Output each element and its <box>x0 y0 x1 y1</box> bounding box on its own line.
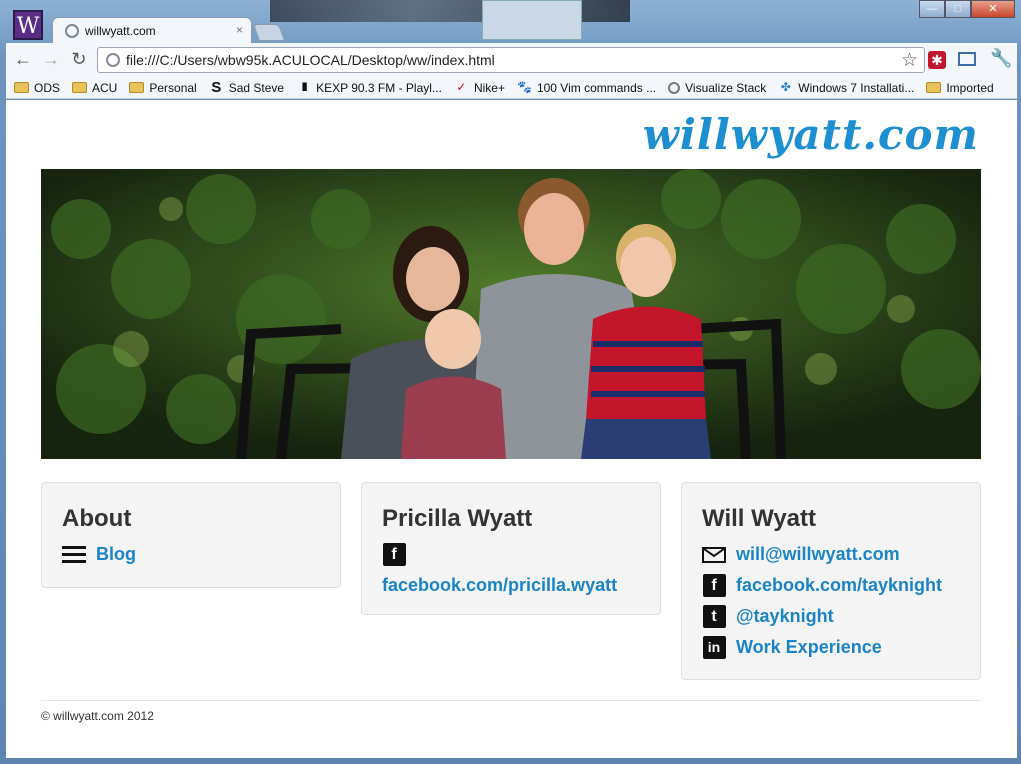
bookmark-kexp[interactable]: III KEXP 90.3 FM - Playl... <box>296 81 442 95</box>
about-card: About Blog <box>41 482 341 588</box>
desktop-thumbnail <box>482 0 582 40</box>
pricilla-heading: Pricilla Wyatt <box>382 505 533 532</box>
app-logo-icon[interactable]: W <box>13 10 43 40</box>
globe-icon <box>668 81 681 94</box>
page-content: willwyatt.com About Blog Pricilla Wyatt … <box>6 100 1017 758</box>
bars-icon: III <box>301 80 308 94</box>
close-window-button[interactable]: ✕ <box>971 0 1015 18</box>
facebook-row[interactable]: f facebook.com/tayknight <box>702 570 960 601</box>
pinwheel-icon: ✤ <box>780 80 791 94</box>
email-row[interactable]: will@willwyatt.com <box>702 539 960 570</box>
pricilla-link-row[interactable]: facebook.com/pricilla.wyatt <box>382 570 640 601</box>
bookmark-windows7[interactable]: ✤ Windows 7 Installati... <box>778 80 915 95</box>
extension-lastpass-icon[interactable]: ✱ <box>928 51 946 69</box>
new-tab-button[interactable] <box>252 24 286 41</box>
bookmark-visualize-stack[interactable]: Visualize Stack <box>668 81 766 95</box>
browser-window: W willwyatt.com × — □ ✕ ← → ↻ file:///C:… <box>0 0 1021 764</box>
linkedin-row[interactable]: in Work Experience <box>702 632 960 663</box>
will-card: Will Wyatt will@willwyatt.com f facebook… <box>681 482 981 680</box>
tab-close-icon[interactable]: × <box>236 23 243 37</box>
bookmark-personal[interactable]: Personal <box>129 81 197 95</box>
facebook-icon: f <box>702 574 726 598</box>
menu-icon <box>62 543 86 567</box>
email-link[interactable]: will@willwyatt.com <box>736 544 900 565</box>
page-info-icon[interactable] <box>106 53 120 67</box>
family-photo <box>41 169 981 459</box>
tab-willwyatt[interactable]: willwyatt.com × <box>52 17 252 43</box>
address-url[interactable]: file:///C:/Users/wbw95k.ACULOCAL/Desktop… <box>126 52 495 68</box>
bookmark-vim[interactable]: 🐾 100 Vim commands ... <box>517 81 656 95</box>
blog-link[interactable]: Blog <box>96 544 136 565</box>
folder-icon <box>926 82 942 93</box>
bookmark-nike[interactable]: ✓ Nike+ <box>454 81 505 95</box>
bookmark-acu[interactable]: ACU <box>72 81 117 95</box>
back-button[interactable]: ← <box>12 50 34 68</box>
bookmark-imported[interactable]: Imported <box>926 81 994 95</box>
maximize-button[interactable]: □ <box>945 0 971 18</box>
minimize-button[interactable]: — <box>919 0 945 18</box>
folder-icon <box>129 82 145 93</box>
facebook-link[interactable]: facebook.com/tayknight <box>736 575 942 596</box>
pricilla-card: Pricilla Wyatt f facebook.com/pricilla.w… <box>361 482 661 615</box>
twitter-link[interactable]: @tayknight <box>736 606 834 627</box>
tab-title: willwyatt.com <box>85 24 156 38</box>
window-controls: — □ ✕ <box>919 0 1015 18</box>
reload-button[interactable]: ↻ <box>68 50 90 68</box>
twitter-icon: t <box>702 605 726 629</box>
wrench-menu-icon[interactable]: 🔧 <box>990 48 1012 69</box>
bookmark-sad-steve[interactable]: S Sad Steve <box>209 79 284 96</box>
browser-toolbar: ← → ↻ file:///C:/Users/wbw95k.ACULOCAL/D… <box>6 43 1017 77</box>
s-logo-icon: S <box>211 79 222 96</box>
folder-icon <box>72 82 88 93</box>
extension-screen-icon[interactable] <box>958 52 976 66</box>
work-experience-link[interactable]: Work Experience <box>736 637 882 658</box>
will-heading: Will Wyatt <box>702 505 817 532</box>
paw-icon: 🐾 <box>516 80 532 94</box>
pricilla-icon-row: f <box>382 539 640 570</box>
footer-divider <box>41 700 981 701</box>
twitter-row[interactable]: t @tayknight <box>702 601 960 632</box>
address-bar[interactable]: file:///C:/Users/wbw95k.ACULOCAL/Desktop… <box>97 47 925 73</box>
mail-icon <box>702 543 726 567</box>
blog-link-row[interactable]: Blog <box>62 539 320 570</box>
facebook-icon[interactable]: f <box>382 543 406 567</box>
bookmarks-bar: ODS ACU Personal S Sad Steve III KEXP 90.3… <box>6 77 1017 99</box>
forward-button[interactable]: → <box>40 50 62 68</box>
about-heading: About <box>62 505 132 532</box>
footer-copyright: © willwyatt.com 2012 <box>41 709 154 723</box>
bookmark-star-icon[interactable]: ☆ <box>901 49 918 72</box>
globe-icon <box>65 24 79 38</box>
swoosh-icon: ✓ <box>456 80 467 94</box>
pricilla-facebook-link[interactable]: facebook.com/pricilla.wyatt <box>382 575 617 596</box>
site-brand[interactable]: willwyatt.com <box>643 110 979 159</box>
folder-icon <box>14 82 29 93</box>
linkedin-icon: in <box>702 636 726 660</box>
bookmark-ods[interactable]: ODS <box>14 81 60 95</box>
